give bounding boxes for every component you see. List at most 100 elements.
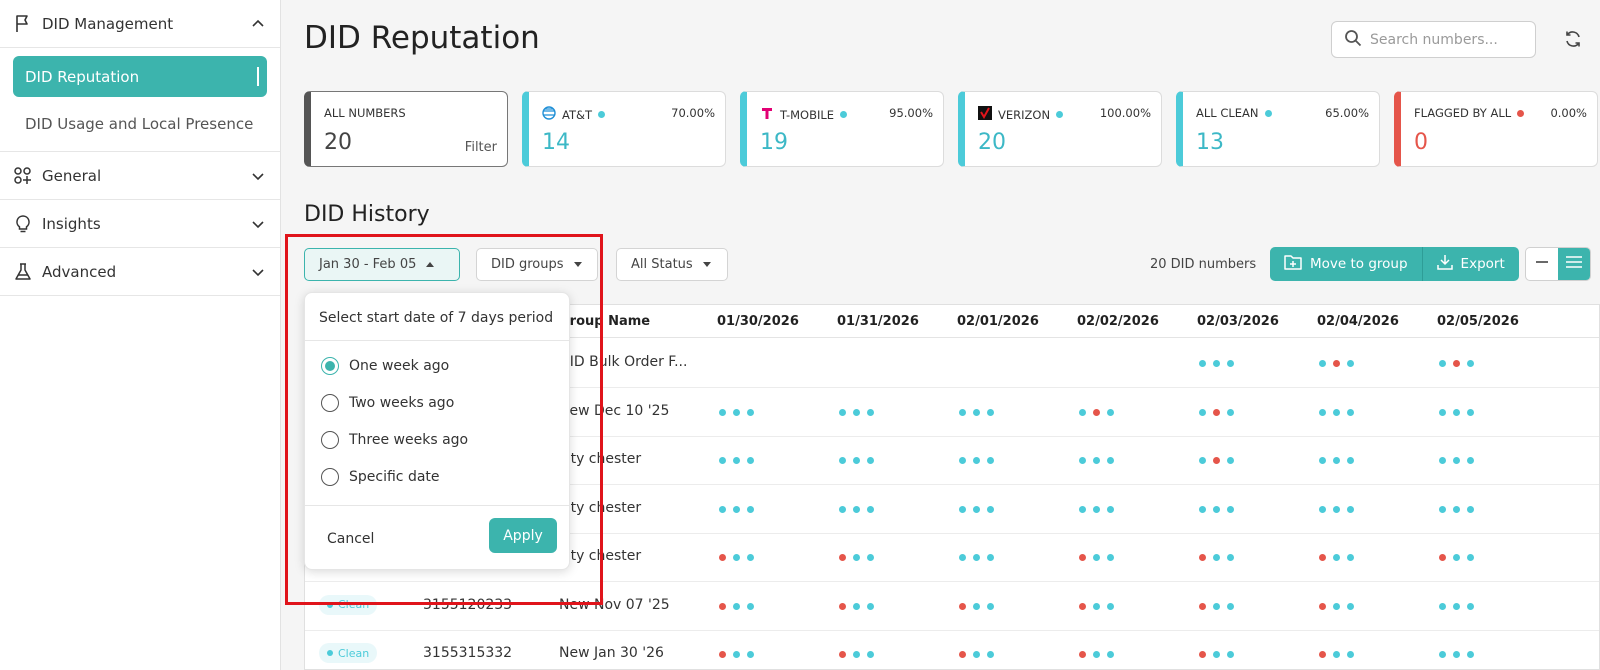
card-all-clean[interactable]: ALL CLEAN 65.00% 13 bbox=[1176, 91, 1380, 167]
carrier-status-dots[interactable] bbox=[1439, 457, 1474, 464]
carrier-status-dots[interactable] bbox=[1079, 554, 1114, 561]
flagged-dot bbox=[1199, 651, 1206, 658]
carrier-status-dots[interactable] bbox=[1199, 505, 1234, 513]
table-row[interactable]: Clean 3155315332 New Jan 30 '26 bbox=[305, 629, 1599, 669]
sidebar-section-advanced[interactable]: Advanced bbox=[0, 248, 280, 296]
clean-dot bbox=[1439, 360, 1446, 367]
carrier-status-dots[interactable] bbox=[1079, 505, 1114, 513]
clean-dot bbox=[987, 408, 994, 416]
clean-dot bbox=[1347, 408, 1354, 416]
carrier-status-dots[interactable] bbox=[1319, 408, 1354, 416]
carrier-status-dots[interactable] bbox=[1199, 651, 1234, 658]
carrier-status-dots[interactable] bbox=[959, 651, 994, 658]
carrier-status-dots[interactable] bbox=[1319, 554, 1354, 561]
column-header-date[interactable]: 02/02/2026 bbox=[1077, 314, 1159, 329]
card-att[interactable]: AT&T 70.00% 14 bbox=[522, 91, 726, 167]
carrier-status-dots[interactable] bbox=[1439, 602, 1474, 610]
carrier-status-dots[interactable] bbox=[1199, 457, 1234, 464]
search-input[interactable] bbox=[1370, 31, 1520, 48]
clean-dot bbox=[853, 408, 860, 416]
clean-dot bbox=[1227, 360, 1234, 367]
clean-dot bbox=[1093, 457, 1100, 464]
carrier-status-dots[interactable] bbox=[1079, 408, 1114, 416]
column-header-date[interactable]: 02/01/2026 bbox=[957, 314, 1039, 329]
export-button[interactable]: Export bbox=[1421, 247, 1519, 281]
column-header-date[interactable]: 02/04/2026 bbox=[1317, 314, 1399, 329]
carrier-status-dots[interactable] bbox=[1319, 457, 1354, 464]
carrier-status-dots[interactable] bbox=[1199, 554, 1234, 561]
sidebar-item-did-reputation[interactable]: DID Reputation bbox=[13, 56, 267, 97]
carrier-status-dots[interactable] bbox=[1199, 602, 1234, 610]
carrier-status-dots[interactable] bbox=[1199, 408, 1234, 416]
move-to-group-button[interactable]: Move to group bbox=[1270, 247, 1422, 281]
carrier-status-dots[interactable] bbox=[839, 457, 874, 464]
carrier-status-dots[interactable] bbox=[1439, 505, 1474, 513]
carrier-status-dots[interactable] bbox=[1439, 360, 1474, 367]
list-view-button[interactable] bbox=[1558, 248, 1590, 280]
carrier-status-dots[interactable] bbox=[839, 554, 874, 561]
card-flagged-by-all[interactable]: FLAGGED BY ALL 0.00% 0 bbox=[1394, 91, 1598, 167]
carrier-status-dots[interactable] bbox=[719, 408, 754, 416]
carrier-status-dots[interactable] bbox=[1439, 554, 1474, 561]
sidebar-section-did-management[interactable]: DID Management bbox=[0, 0, 280, 48]
status-dropdown[interactable]: All Status bbox=[616, 248, 728, 281]
carrier-status-dots[interactable] bbox=[1199, 360, 1234, 367]
clean-dot bbox=[839, 457, 846, 464]
lightbulb-icon bbox=[12, 213, 34, 235]
card-all-numbers[interactable]: ALL NUMBERS 20 Filter bbox=[304, 91, 508, 167]
clean-dot bbox=[1347, 651, 1354, 658]
card-tmobile[interactable]: T-MOBILE 95.00% 19 bbox=[740, 91, 944, 167]
carrier-status-dots[interactable] bbox=[719, 602, 754, 610]
sidebar-item-did-usage[interactable]: DID Usage and Local Presence bbox=[13, 103, 267, 144]
carrier-status-dots[interactable] bbox=[719, 554, 754, 561]
clean-dot bbox=[867, 554, 874, 561]
carrier-status-dots[interactable] bbox=[1079, 651, 1114, 658]
flag-icon bbox=[12, 13, 34, 35]
column-header-date[interactable]: 01/30/2026 bbox=[717, 314, 799, 329]
carrier-status-dots[interactable] bbox=[1319, 505, 1354, 513]
clean-dot bbox=[1213, 602, 1220, 610]
card-verizon[interactable]: VERIZON 100.00% 20 bbox=[958, 91, 1162, 167]
carrier-status-dots[interactable] bbox=[1439, 408, 1474, 416]
carrier-status-dots[interactable] bbox=[839, 408, 874, 416]
carrier-status-dots[interactable] bbox=[719, 457, 754, 464]
compact-view-button[interactable] bbox=[1526, 248, 1558, 280]
column-header-date[interactable]: 02/05/2026 bbox=[1437, 314, 1519, 329]
carrier-status-dots[interactable] bbox=[1079, 457, 1114, 464]
flagged-dot bbox=[1319, 602, 1326, 610]
clean-dot bbox=[1333, 602, 1340, 610]
carrier-status-dots[interactable] bbox=[1319, 602, 1354, 610]
search-box[interactable] bbox=[1331, 21, 1536, 58]
carrier-status-dots[interactable] bbox=[839, 651, 874, 658]
carrier-status-dots[interactable] bbox=[959, 602, 994, 610]
clean-dot bbox=[973, 505, 980, 513]
carrier-status-dots[interactable] bbox=[719, 505, 754, 513]
carrier-status-dots[interactable] bbox=[1319, 651, 1354, 658]
clean-dot bbox=[1093, 505, 1100, 513]
carrier-status-dots[interactable] bbox=[839, 602, 874, 610]
section-title: DID History bbox=[304, 202, 430, 227]
carrier-status-dots[interactable] bbox=[959, 505, 994, 513]
carrier-status-dots[interactable] bbox=[1439, 651, 1474, 658]
carrier-status-dots[interactable] bbox=[959, 554, 994, 561]
clean-dot bbox=[1227, 651, 1234, 658]
carrier-status-dots[interactable] bbox=[959, 457, 994, 464]
carrier-status-dots[interactable] bbox=[1079, 602, 1114, 610]
carrier-status-dots[interactable] bbox=[719, 651, 754, 658]
carrier-status-dots[interactable] bbox=[959, 408, 994, 416]
clean-dot bbox=[867, 505, 874, 513]
sidebar-section-general[interactable]: General bbox=[0, 152, 280, 200]
refresh-icon[interactable] bbox=[1562, 28, 1584, 50]
carrier-status-dots[interactable] bbox=[839, 505, 874, 513]
card-value: 0 bbox=[1414, 130, 1428, 155]
carrier-status-dots[interactable] bbox=[1319, 360, 1354, 367]
card-value: 20 bbox=[324, 130, 352, 155]
column-header-date[interactable]: 01/31/2026 bbox=[837, 314, 919, 329]
caret-down-icon bbox=[702, 262, 711, 267]
clean-dot bbox=[959, 457, 966, 464]
filter-link[interactable]: Filter bbox=[465, 140, 497, 155]
column-header-date[interactable]: 02/03/2026 bbox=[1197, 314, 1279, 329]
chevron-down-icon bbox=[250, 168, 266, 184]
sidebar-section-insights[interactable]: Insights bbox=[0, 200, 280, 248]
clean-dot bbox=[1467, 554, 1474, 561]
